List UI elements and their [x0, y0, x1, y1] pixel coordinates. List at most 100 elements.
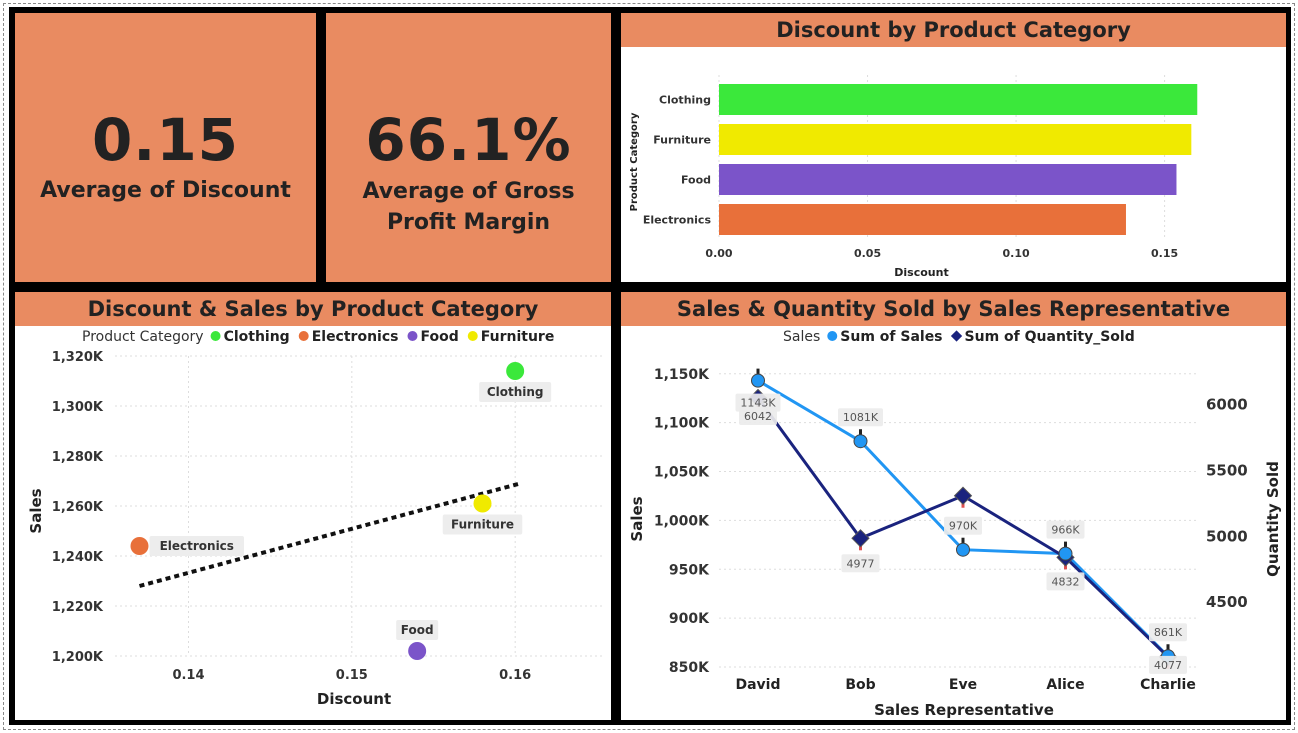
y-tick-label: Furniture: [653, 134, 711, 147]
y-tick-label: 1,150K: [654, 367, 710, 383]
legend-title: Product Category: [82, 329, 204, 345]
label-text: Food: [401, 623, 434, 637]
label-text: Furniture: [451, 518, 514, 532]
y-tick-label: 1,300K: [52, 400, 104, 415]
y2-tick-label: 4500: [1206, 593, 1248, 611]
sales-marker: [751, 373, 765, 388]
kpi-value: 66.1%: [365, 106, 572, 174]
legend-item: Electronics: [312, 329, 399, 345]
y-axis-title: Sales: [27, 488, 45, 533]
quantity-marker: [953, 486, 973, 505]
x-tick-label: 0.14: [172, 668, 204, 683]
x-tick-label: 0.15: [1151, 247, 1178, 260]
trend-line: [138, 481, 521, 588]
x-tick-label: 0.16: [499, 668, 531, 683]
legend-title: Sales: [783, 329, 820, 345]
y-tick-label: Food: [681, 174, 711, 187]
discount-by-category-panel[interactable]: Discount by Product Category 0.00 0.05 0.1…: [618, 10, 1289, 285]
label-text: 966K: [1051, 524, 1080, 537]
y2-tick-label: 6000: [1206, 396, 1248, 414]
scatter-chart: Product Category Clothing Electronics Food F…: [27, 329, 605, 708]
y-tick-label: 1,280K: [52, 450, 104, 465]
quantity-data-label: 4077: [1149, 655, 1187, 674]
legend-marker: [467, 331, 478, 341]
y-tick-label: 1,100K: [654, 416, 710, 432]
sales-data-label: 861K: [1149, 623, 1187, 642]
chart-title: Discount by Product Category: [621, 13, 1286, 47]
scatter-point: [130, 537, 149, 555]
y-tick-label: 1,050K: [654, 465, 710, 481]
label-text: 4977: [847, 557, 875, 570]
label-text: 6042: [744, 410, 772, 423]
label-text: 1081K: [843, 411, 879, 424]
bar: [719, 164, 1177, 195]
x-tick-label: 0.10: [1002, 247, 1029, 260]
label-text: Electronics: [160, 539, 234, 553]
label-text: 970K: [949, 520, 978, 533]
scatter-point: [506, 362, 525, 380]
point-label: Food: [396, 620, 439, 640]
kpi-card-average-discount[interactable]: 0.15 Average of Discount: [12, 10, 319, 285]
x-axis-title: Sales Representative: [874, 701, 1054, 719]
legend-marker: [210, 331, 221, 341]
legend-item: Sum of Quantity_Sold: [965, 329, 1135, 345]
legend-marker: [827, 331, 838, 341]
y-tick-label: 1,220K: [52, 600, 104, 615]
x-tick-label: Bob: [845, 677, 875, 693]
scatter-point: [473, 494, 492, 513]
y-tick-label: Electronics: [643, 214, 712, 227]
sales-data-label: 966K: [1046, 520, 1085, 539]
y2-axis-title: Quantity Sold: [1264, 461, 1282, 577]
label-text: 4077: [1154, 659, 1182, 672]
point-label: Clothing: [479, 382, 552, 402]
combo-chart: Sales Sum of Sales Sum of Quantity_Sold 850…: [628, 329, 1282, 719]
y-tick-label: 1,000K: [654, 513, 710, 529]
legend-item: Furniture: [481, 329, 555, 345]
y-tick-label: 950K: [669, 562, 710, 578]
bar: [719, 204, 1126, 235]
bar: [719, 124, 1192, 155]
sales-marker: [853, 434, 868, 449]
legend-item: Sum of Sales: [840, 329, 942, 345]
chart-title: Discount & Sales by Product Category: [15, 292, 611, 326]
x-tick-label: 0.05: [854, 247, 881, 260]
x-tick-label: Alice: [1046, 677, 1084, 693]
y-tick-label: 1,200K: [52, 650, 104, 665]
y-tick-label: 1,320K: [52, 350, 104, 365]
legend-item: Clothing: [224, 329, 290, 345]
point-label: Electronics: [149, 536, 244, 556]
x-tick-label: 0.00: [705, 247, 732, 260]
kpi-label-line-1: Average of Gross: [362, 179, 575, 204]
y-tick-label: 900K: [669, 611, 710, 627]
y2-tick-label: 5000: [1206, 527, 1248, 545]
y-tick-label: Clothing: [659, 94, 711, 107]
kpi-card-gross-profit-margin[interactable]: 66.1% Average of Gross Profit Margin: [323, 10, 614, 285]
kpi-value: 0.15: [91, 106, 240, 174]
legend: Sales Sum of Sales Sum of Quantity_Sold: [783, 329, 1135, 345]
quantity-data-label: 6042: [739, 406, 777, 425]
x-tick-label: Eve: [949, 677, 977, 693]
scatter-point: [408, 642, 427, 660]
bar: [719, 84, 1198, 115]
sales-data-label: 970K: [944, 516, 982, 535]
x-tick-label: Charlie: [1140, 677, 1196, 693]
label-text: 861K: [1154, 626, 1183, 639]
legend-marker: [298, 331, 309, 341]
legend-marker: [407, 331, 418, 341]
y-axis-title: Sales: [628, 496, 646, 541]
label-text: 4832: [1052, 575, 1080, 588]
quantity-data-label: 4977: [841, 554, 880, 573]
discount-sales-scatter-panel[interactable]: Discount & Sales by Product Category Pro…: [12, 289, 614, 723]
quantity-data-label: 4832: [1046, 572, 1085, 591]
sales-quantity-by-rep-panel[interactable]: Sales & Quantity Sold by Sales Represent…: [618, 289, 1289, 723]
x-axis-title: Discount: [317, 690, 391, 708]
legend: Product Category Clothing Electronics Food F…: [82, 329, 554, 345]
legend-marker: [950, 330, 963, 342]
point-label: Furniture: [442, 514, 523, 535]
y-tick-label: 1,260K: [52, 500, 104, 515]
y-tick-label: 1,240K: [52, 550, 104, 565]
x-tick-label: 0.15: [336, 668, 368, 683]
sales-marker: [1058, 546, 1073, 561]
x-tick-label: David: [735, 677, 780, 693]
sales-data-label: 1081K: [838, 408, 883, 427]
